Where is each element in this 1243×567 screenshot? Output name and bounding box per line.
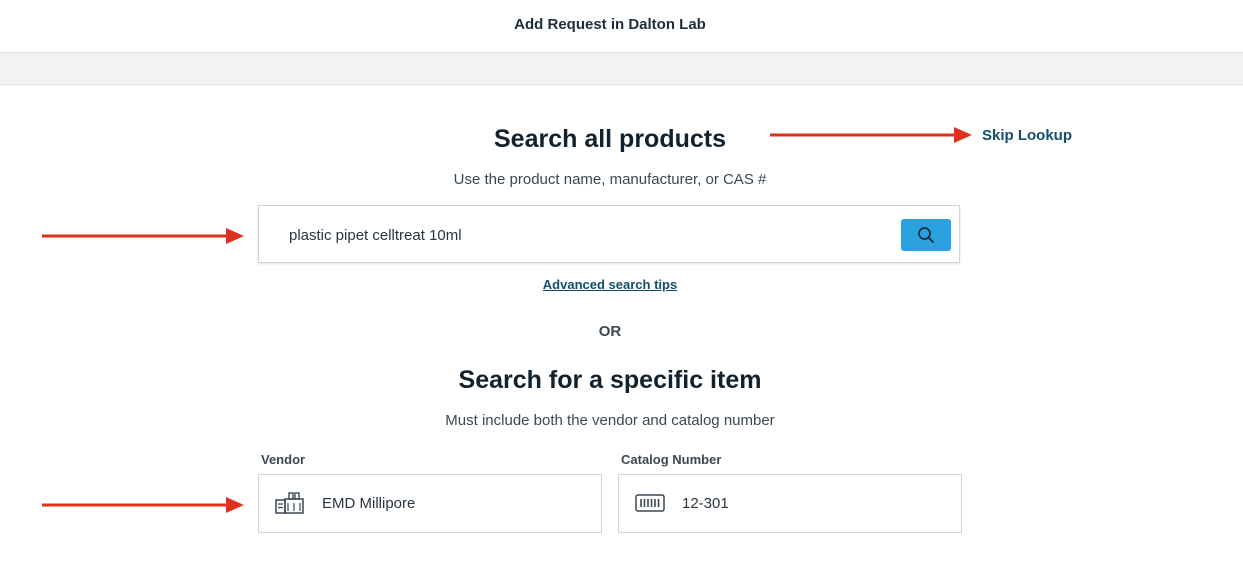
skip-lookup-link[interactable]: Skip Lookup [982,127,1072,144]
search-icon [917,226,935,244]
page-header-title: Add Request in Dalton Lab [514,16,706,33]
annotation-arrow-vendor [42,497,244,513]
product-search-input[interactable] [289,224,889,246]
catalog-number-field[interactable]: 12-301 [618,474,962,533]
annotation-arrow-skip [770,127,972,143]
or-divider: OR [598,323,622,340]
product-search-box [258,205,960,263]
vendor-label: Vendor [261,452,306,467]
advanced-search-tips-link[interactable]: Advanced search tips [543,277,677,292]
specific-item-subtitle: Must include both the vendor and catalog… [445,412,775,429]
vendor-field[interactable]: EMD Millipore [258,474,602,533]
vendor-value: EMD Millipore [322,495,416,512]
annotation-arrow-search [42,228,244,244]
advanced-tips-row: Advanced search tips [0,277,1220,292]
catalog-number-label: Catalog Number [621,452,722,467]
search-all-subtitle: Use the product name, manufacturer, or C… [453,171,767,188]
factory-icon [275,491,305,520]
specific-item-heading: Search for a specific item [458,366,762,394]
search-button[interactable] [901,219,951,251]
toolbar-strip [0,53,1243,85]
catalog-number-value: 12-301 [682,495,729,512]
top-bar: Add Request in Dalton Lab [0,0,1243,53]
barcode-icon [635,491,665,520]
